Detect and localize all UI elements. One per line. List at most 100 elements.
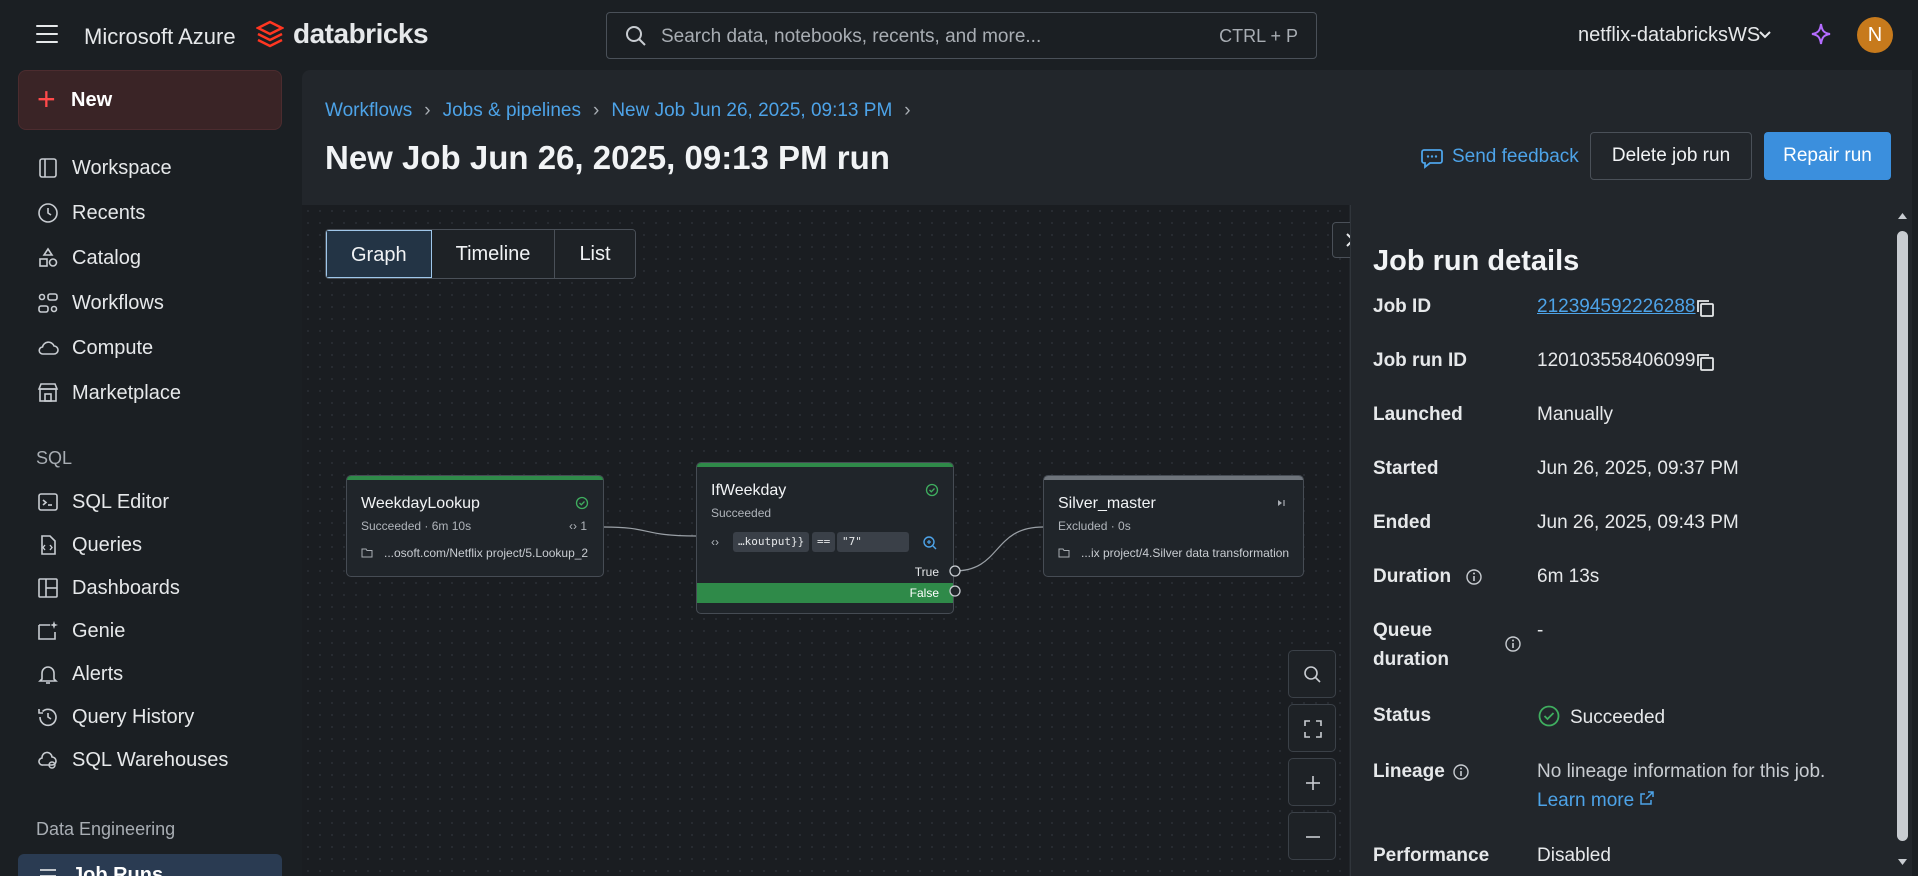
info-icon[interactable] bbox=[1452, 763, 1470, 781]
cloud-icon bbox=[38, 341, 59, 355]
copy-icon[interactable] bbox=[1694, 297, 1716, 319]
search-input[interactable]: Search data, notebooks, recents, and mor… bbox=[606, 12, 1317, 59]
menu-icon[interactable] bbox=[36, 25, 58, 43]
performance-label: Performance bbox=[1373, 845, 1490, 866]
search-placeholder: Search data, notebooks, recents, and mor… bbox=[661, 26, 1042, 47]
queue-duration-label: Queue bbox=[1373, 620, 1433, 641]
task-name: WeekdayLookup bbox=[361, 495, 480, 512]
info-icon[interactable] bbox=[1504, 635, 1522, 653]
sidebar-item-dashboards[interactable]: Dashboards bbox=[36, 572, 286, 604]
duration-label: Duration bbox=[1373, 566, 1452, 587]
task-status: Succeeded bbox=[711, 506, 772, 520]
chat-icon bbox=[1421, 149, 1443, 169]
genie-icon bbox=[38, 621, 58, 640]
databricks-wordmark: databricks bbox=[293, 18, 429, 49]
branch-ports bbox=[949, 565, 961, 597]
zoom-in-icon[interactable] bbox=[922, 535, 938, 551]
sidebar-item-compute[interactable]: Compute bbox=[36, 332, 286, 364]
sidebar-item-genie[interactable]: Genie bbox=[36, 615, 286, 647]
task-status: Succeeded bbox=[361, 519, 422, 533]
scroll-down-icon[interactable] bbox=[1897, 857, 1908, 867]
zoom-in-button[interactable] bbox=[1288, 758, 1336, 806]
avatar[interactable]: N bbox=[1857, 17, 1893, 53]
task-path: ...ix project/4.Silver data transformati… bbox=[1081, 546, 1290, 560]
breadcrumb-job[interactable]: New Job Jun 26, 2025, 09:13 PM bbox=[611, 100, 892, 121]
sidebar-item-workflows[interactable]: Workflows bbox=[36, 287, 286, 319]
chevron-down-icon[interactable] bbox=[1758, 28, 1772, 42]
sql-editor-icon bbox=[38, 493, 58, 511]
true-port bbox=[949, 565, 961, 577]
info-icon[interactable] bbox=[1465, 568, 1483, 586]
sidebar-item-label: SQL Editor bbox=[72, 491, 170, 513]
plus-icon: + bbox=[37, 81, 56, 117]
task-status-line: Excluded · 0s bbox=[1058, 519, 1131, 533]
sidebar-item-marketplace[interactable]: Marketplace bbox=[36, 377, 286, 409]
assistant-sparkle-icon[interactable] bbox=[1810, 22, 1832, 46]
learn-more-link[interactable]: Learn more bbox=[1537, 790, 1655, 812]
edge-weekday-to-if bbox=[603, 526, 697, 537]
success-check-icon bbox=[925, 483, 939, 497]
sidebar-item-queries[interactable]: Queries bbox=[36, 529, 286, 561]
sidebar-item-job-runs[interactable]: Job Runs bbox=[18, 854, 282, 876]
false-branch-label: False bbox=[697, 583, 953, 603]
bell-icon bbox=[38, 666, 58, 684]
scrollbar-thumb[interactable] bbox=[1897, 231, 1908, 841]
graph-search-button[interactable] bbox=[1288, 650, 1336, 698]
task-name: Silver_master bbox=[1058, 495, 1156, 512]
sidebar-item-workspace[interactable]: Workspace bbox=[36, 152, 286, 184]
success-check-icon bbox=[1538, 705, 1560, 727]
launched-label: Launched bbox=[1373, 404, 1463, 425]
chevron-right-icon: › bbox=[592, 100, 600, 121]
false-port bbox=[949, 585, 961, 597]
plus-icon bbox=[1306, 776, 1320, 790]
graph-canvas[interactable]: Graph Timeline List WeekdayLookup Succee… bbox=[302, 205, 1366, 876]
condition-left-operand: …koutput}} bbox=[733, 532, 810, 552]
breadcrumb-jobs-pipelines[interactable]: Jobs & pipelines bbox=[443, 100, 581, 121]
workspace-switcher[interactable]: netflix-databricksWS bbox=[1578, 24, 1760, 47]
ended-value: Jun 26, 2025, 09:43 PM bbox=[1537, 512, 1739, 533]
ended-label: Ended bbox=[1373, 512, 1432, 533]
repair-run-button[interactable]: Repair run bbox=[1764, 132, 1891, 180]
sidebar-item-catalog[interactable]: Catalog bbox=[36, 242, 286, 274]
sidebar-item-sql-editor[interactable]: SQL Editor bbox=[36, 486, 286, 518]
queue-duration-value: - bbox=[1537, 620, 1544, 641]
warehouse-icon bbox=[38, 751, 57, 769]
folder-icon bbox=[361, 548, 373, 558]
task-status-bar bbox=[347, 476, 603, 480]
fit-view-button[interactable] bbox=[1288, 704, 1336, 752]
job-id-link[interactable]: 212394592226288 bbox=[1537, 296, 1696, 318]
sidebar-item-recents[interactable]: Recents bbox=[36, 197, 286, 229]
sidebar-item-label: Compute bbox=[72, 337, 154, 359]
code-icon: ‹› bbox=[711, 535, 719, 549]
copy-icon[interactable] bbox=[1694, 351, 1716, 373]
task-path: ...osoft.com/Netflix project/5.Lookup_2 bbox=[384, 546, 589, 560]
minus-icon bbox=[1306, 836, 1320, 838]
task-node-ifweekday[interactable]: IfWeekday Succeeded ‹› …koutput}} == "7"… bbox=[696, 462, 954, 614]
skip-icon bbox=[1278, 500, 1285, 506]
task-node-weekdaylookup[interactable]: WeekdayLookup Succeeded · 6m 10s ‹› 1 ..… bbox=[346, 475, 604, 577]
iterations-count: 1 bbox=[580, 519, 588, 533]
breadcrumb-workflows[interactable]: Workflows bbox=[325, 100, 412, 121]
task-duration: 0s bbox=[1118, 519, 1131, 533]
scroll-up-icon[interactable] bbox=[1897, 211, 1908, 221]
page-title: New Job Jun 26, 2025, 09:13 PM run bbox=[325, 139, 890, 176]
top-bar: Microsoft Azure databricks Search data, … bbox=[0, 0, 1918, 70]
sidebar-item-alerts[interactable]: Alerts bbox=[36, 658, 286, 690]
success-check-icon bbox=[575, 496, 589, 510]
catalog-icon bbox=[39, 247, 58, 267]
delete-job-run-button[interactable]: Delete job run bbox=[1590, 132, 1752, 180]
sidebar-item-label: Genie bbox=[72, 620, 126, 642]
task-node-silver-master[interactable]: Silver_master Excluded · 0s ...ix projec… bbox=[1043, 475, 1304, 577]
chevron-right-icon: › bbox=[904, 100, 911, 121]
lineage-value: No lineage information for this job. bbox=[1537, 761, 1826, 782]
status-badge: Succeeded bbox=[1570, 707, 1666, 728]
sidebar-item-sql-warehouses[interactable]: SQL Warehouses bbox=[36, 744, 286, 776]
external-link-icon bbox=[1640, 791, 1655, 805]
sidebar-item-label: Queries bbox=[72, 534, 143, 556]
details-scrollbar[interactable] bbox=[1893, 205, 1912, 876]
new-button[interactable]: + New bbox=[18, 70, 282, 130]
task-status-bar bbox=[1044, 476, 1303, 480]
zoom-out-button[interactable] bbox=[1288, 812, 1336, 860]
sidebar-item-query-history[interactable]: Query History bbox=[36, 701, 286, 733]
sidebar-item-label: Dashboards bbox=[72, 577, 180, 599]
